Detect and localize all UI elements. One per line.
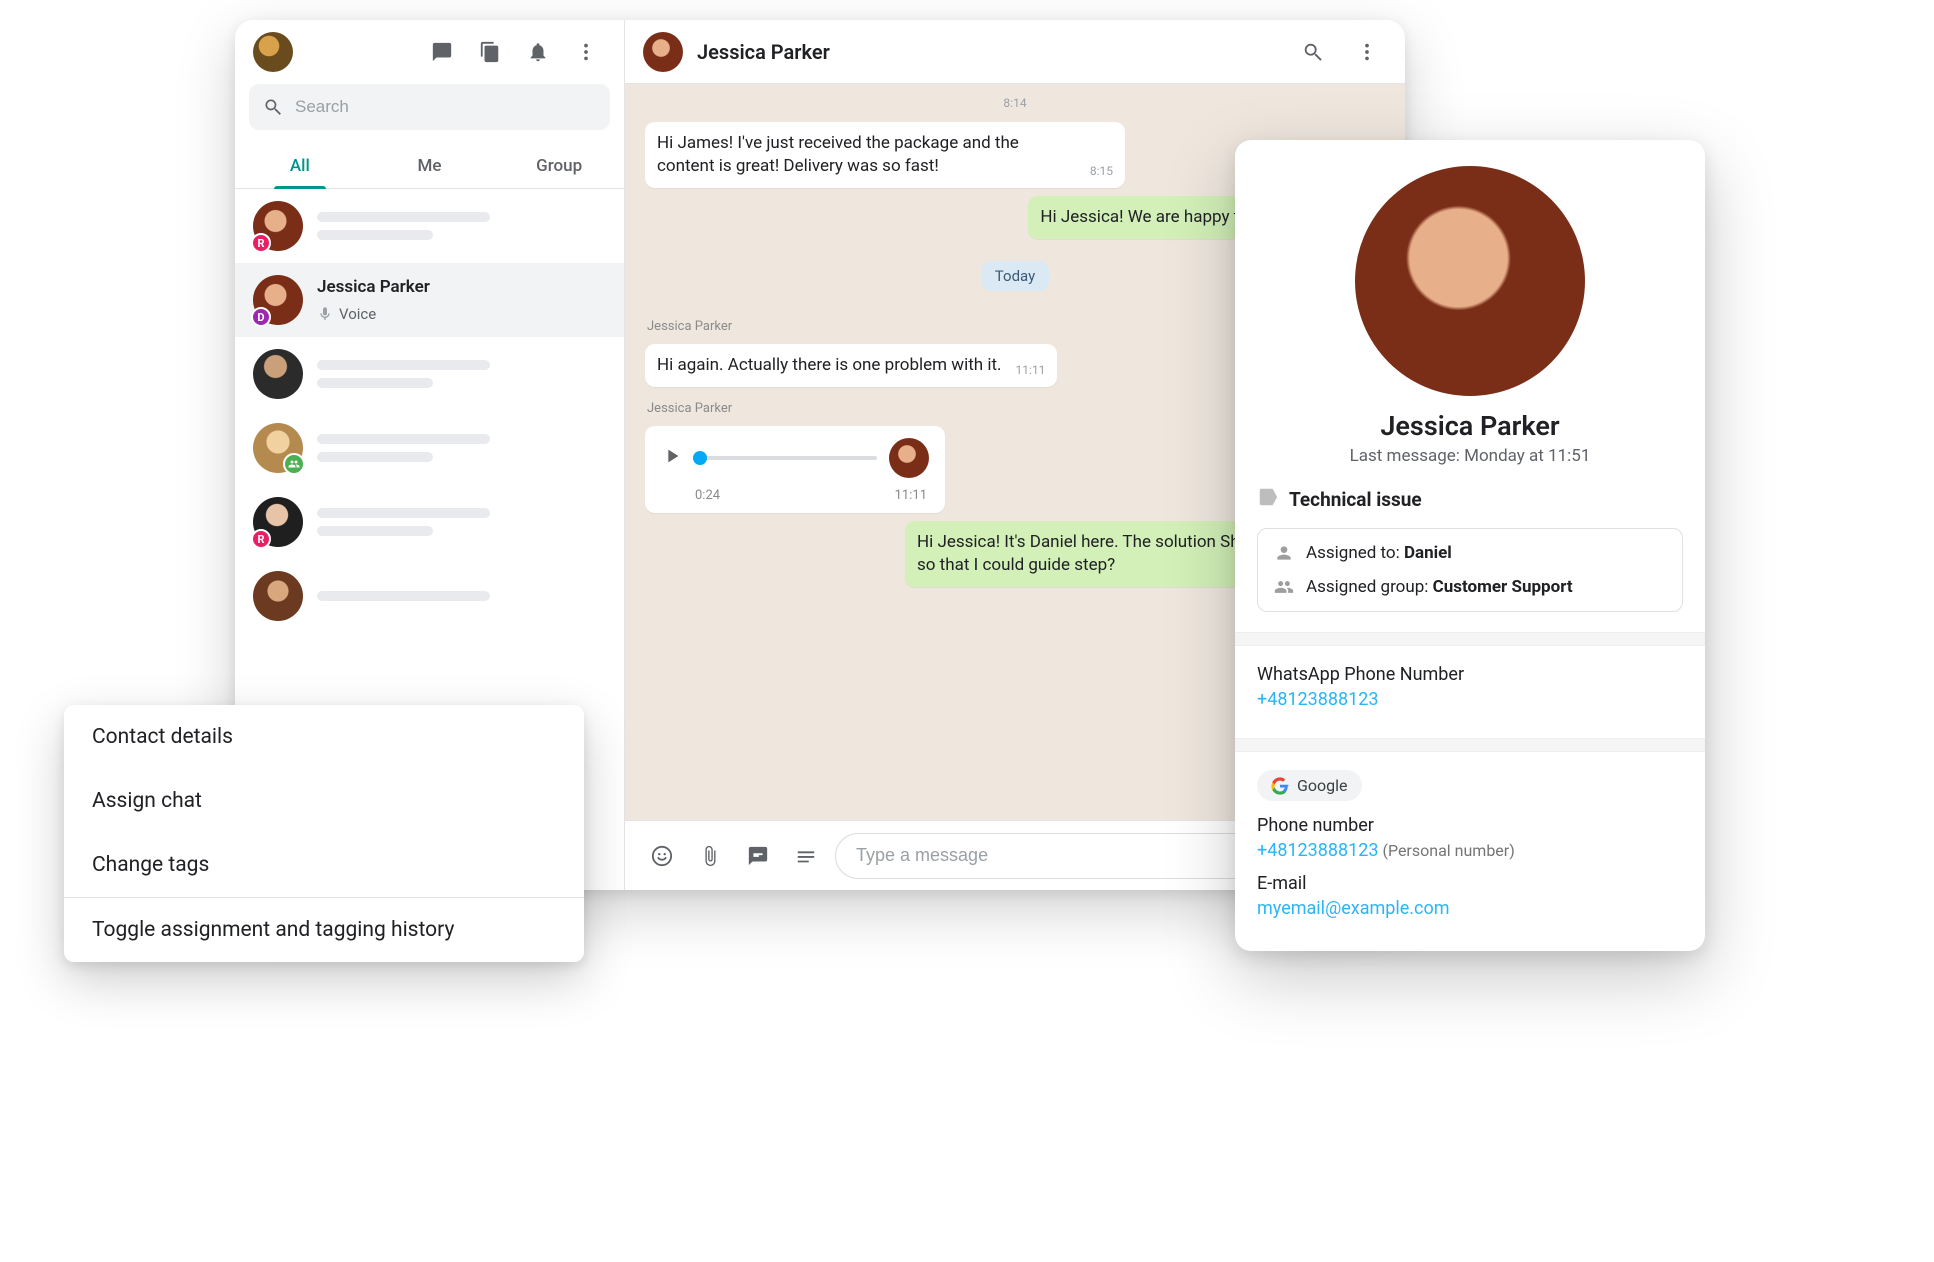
menu-contact-details[interactable]: Contact details (64, 705, 584, 769)
chat-more-icon[interactable] (1347, 32, 1387, 72)
context-menu: Contact details Assign chat Change tags … (64, 705, 584, 962)
bell-icon[interactable] (518, 32, 558, 72)
tag-text: Technical issue (1289, 488, 1422, 511)
message-time: 8:15 (1090, 164, 1113, 178)
assignee-badge: R (251, 233, 271, 253)
search-wrap (235, 84, 624, 142)
tabs: All Me Group (235, 142, 624, 189)
phone-label: Phone number (1257, 815, 1683, 836)
play-button[interactable] (661, 445, 683, 471)
chat-item[interactable] (235, 411, 624, 485)
search-in-chat-icon[interactable] (1293, 32, 1333, 72)
message-time: 11:11 (1016, 363, 1046, 377)
message-text: Hi again. Actually there is one problem … (657, 354, 1002, 377)
search-input[interactable] (295, 97, 596, 117)
assignee-badge: D (251, 307, 271, 327)
copy-icon[interactable] (470, 32, 510, 72)
assigned-group: Assigned group: Customer Support (1274, 577, 1666, 597)
phone-number[interactable]: +48123888123 (1257, 840, 1379, 861)
search-icon (263, 97, 283, 117)
avatar (253, 349, 303, 399)
assigned-to: Assigned to: Daniel (1274, 543, 1666, 563)
chat-item-selected[interactable]: D Jessica Parker Voice (235, 263, 624, 337)
tab-me[interactable]: Me (365, 142, 495, 188)
chat-item-title: Jessica Parker (317, 277, 606, 297)
quick-reply-icon[interactable] (739, 837, 777, 875)
voice-track[interactable] (695, 456, 877, 460)
contact-last-message: Last message: Monday at 11:51 (1257, 446, 1683, 466)
email-value[interactable]: myemail@example.com (1257, 898, 1683, 919)
search-field[interactable] (249, 84, 610, 130)
message-text: Hi James! I've just received the package… (657, 132, 1076, 178)
menu-change-tags[interactable]: Change tags (64, 833, 584, 897)
email-label: E-mail (1257, 873, 1683, 894)
chat-header: Jessica Parker (625, 20, 1405, 84)
chat-item[interactable]: R (235, 485, 624, 559)
chat-header-name: Jessica Parker (697, 40, 830, 64)
current-user-avatar[interactable] (253, 32, 293, 72)
group-badge-icon (283, 453, 305, 475)
menu-assign-chat[interactable]: Assign chat (64, 769, 584, 833)
google-chip: Google (1257, 770, 1362, 801)
chat-header-avatar[interactable] (643, 32, 683, 72)
google-logo-icon (1271, 777, 1289, 795)
emoji-icon[interactable] (643, 837, 681, 875)
new-chat-icon[interactable] (422, 32, 462, 72)
tab-group[interactable]: Group (494, 142, 624, 188)
wa-label: WhatsApp Phone Number (1257, 664, 1683, 685)
tab-all[interactable]: All (235, 142, 365, 188)
contact-name: Jessica Parker (1257, 410, 1683, 442)
chat-item[interactable] (235, 559, 624, 633)
attach-icon[interactable] (691, 837, 729, 875)
phone-note: (Personal number) (1382, 841, 1514, 860)
tag-row: Technical issue (1257, 486, 1683, 512)
wa-number[interactable]: +48123888123 (1257, 689, 1683, 710)
menu-toggle-history[interactable]: Toggle assignment and tagging history (64, 898, 584, 962)
sidebar-header (235, 20, 624, 84)
whatsapp-section: WhatsApp Phone Number +48123888123 (1257, 646, 1683, 718)
notes-icon[interactable] (787, 837, 825, 875)
day-chip: Today (981, 261, 1049, 291)
more-vert-icon[interactable] (566, 32, 606, 72)
message-timestamp: 8:14 (1003, 96, 1026, 110)
assignee-badge: R (251, 529, 271, 549)
assignment-box: Assigned to: Daniel Assigned group: Cust… (1257, 528, 1683, 612)
voice-time: 11:11 (895, 488, 927, 503)
voice-elapsed: 0:24 (695, 488, 720, 503)
tag-icon (1257, 486, 1279, 512)
mic-icon (317, 306, 333, 322)
contact-avatar (1355, 166, 1585, 396)
chat-item-sub: Voice (317, 305, 606, 323)
contact-details-card: Jessica Parker Last message: Monday at 1… (1235, 140, 1705, 951)
chat-item[interactable]: R (235, 189, 624, 263)
google-section: Google Phone number +48123888123 (Person… (1257, 752, 1683, 927)
voice-avatar (889, 438, 929, 478)
chat-item[interactable] (235, 337, 624, 411)
avatar (253, 571, 303, 621)
